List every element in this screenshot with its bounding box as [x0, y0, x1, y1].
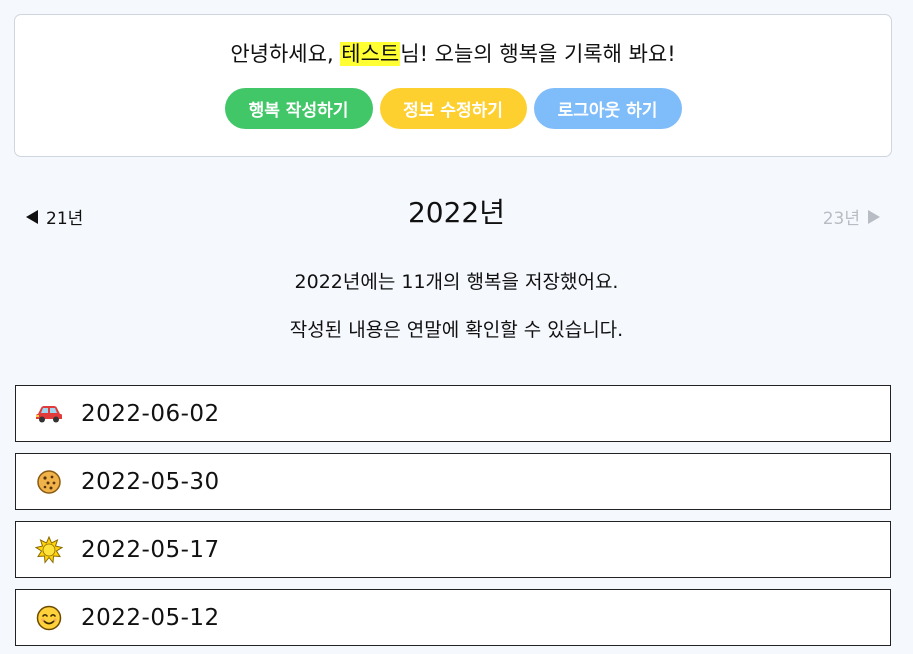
- next-year-label: 23년: [822, 209, 860, 229]
- list-item[interactable]: 2022-05-12: [15, 589, 891, 646]
- year-summary: 2022년에는 11개의 행복을 저장했어요.: [294, 271, 619, 293]
- entry-date: 2022-05-17: [81, 536, 220, 563]
- list-item[interactable]: 2022-06-02: [15, 385, 891, 442]
- user-name: 테스트: [340, 42, 401, 66]
- page: 안녕하세요, 테스트님! 오늘의 행복을 기록해 봐요! 행복 작성하기 정보 …: [0, 0, 913, 654]
- header-card: 안녕하세요, 테스트님! 오늘의 행복을 기록해 봐요! 행복 작성하기 정보 …: [14, 14, 892, 157]
- logout-button[interactable]: 로그아웃 하기: [533, 88, 682, 129]
- current-year-title: 2022년: [407, 196, 506, 229]
- entry-date: 2022-05-12: [81, 604, 220, 631]
- list-item[interactable]: 2022-05-30: [15, 453, 891, 510]
- smiling-face-icon: [35, 604, 63, 632]
- action-buttons: 행복 작성하기 정보 수정하기 로그아웃 하기: [15, 88, 891, 129]
- edit-info-button[interactable]: 정보 수정하기: [379, 88, 527, 129]
- entry-date: 2022-05-30: [81, 468, 220, 495]
- greeting-suffix: 님! 오늘의 행복을 기록해 봐요!: [400, 42, 676, 66]
- triangle-right-icon: [868, 209, 880, 224]
- next-year-link: 23년: [823, 204, 880, 229]
- greeting-prefix: 안녕하세요,: [230, 42, 341, 66]
- happiness-entry-list: 2022-06-02 2022-05-30 2022-05-17 2022-05…: [15, 385, 891, 654]
- cookie-icon: [35, 468, 63, 496]
- write-happiness-button[interactable]: 행복 작성하기: [224, 88, 373, 129]
- greeting: 안녕하세요, 테스트님! 오늘의 행복을 기록해 봐요!: [15, 39, 891, 69]
- year-end-notice: 작성된 내용은 연말에 확인할 수 있습니다.: [289, 319, 624, 341]
- list-item[interactable]: 2022-05-17: [15, 521, 891, 578]
- entry-date: 2022-06-02: [81, 400, 220, 427]
- car-icon: [35, 400, 63, 428]
- sun-icon: [35, 535, 63, 564]
- year-navigation: 21년 2022년 23년: [0, 194, 913, 234]
